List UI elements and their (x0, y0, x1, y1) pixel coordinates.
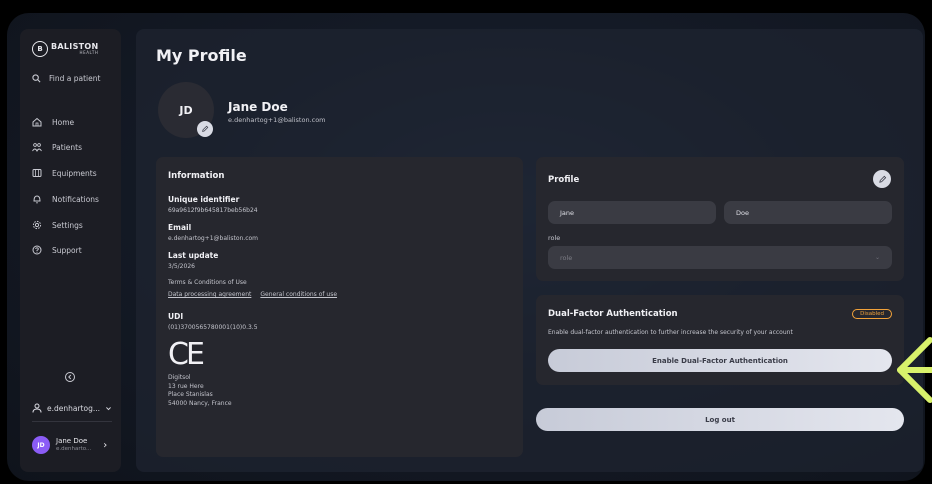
role-label: role (548, 234, 561, 242)
pencil-icon (878, 175, 886, 183)
unique-id-label: Unique identifier (168, 195, 240, 204)
profile-email: e.denhartog+1@baliston.com (228, 116, 326, 124)
avatar: JD (32, 436, 50, 454)
terms-label: Terms & Conditions of Use (168, 279, 247, 286)
address-line: 13 rue Here (168, 382, 204, 390)
page-title: My Profile (156, 46, 247, 65)
sidebar-item-support[interactable]: Support (32, 245, 82, 255)
sidebar-item-label: Home (52, 117, 75, 127)
arrow-left-icon (897, 337, 932, 403)
last-name-value: Doe (736, 208, 749, 217)
bell-icon (33, 195, 41, 204)
account-label: e.denhartog... (47, 403, 101, 413)
user-icon (32, 403, 42, 413)
last-update-label: Last update (168, 251, 219, 260)
user-menu[interactable]: JD Jane Doe e.denharto... › (32, 436, 107, 454)
ce-mark: CE (168, 337, 205, 372)
sidebar-item-equipments[interactable]: Equipments (32, 168, 97, 178)
address-line: Place Stanislas (168, 391, 213, 399)
profile-title: Profile (548, 175, 580, 185)
email-label: Email (168, 223, 192, 232)
user-name: Jane Doe (56, 437, 88, 446)
profile-name: Jane Doe (228, 100, 288, 114)
profile-card: Profile Jane Doe role role ⌄ (536, 157, 904, 281)
sidebar-item-patients[interactable]: Patients (32, 142, 82, 152)
equipments-icon (32, 169, 42, 177)
status-badge: Disabled (852, 309, 892, 319)
logout-button[interactable]: Log out (536, 408, 904, 431)
general-conditions-link[interactable]: General conditions of use (260, 291, 337, 298)
role-select[interactable]: role ⌄ (548, 246, 892, 269)
first-name-value: Jane (560, 208, 575, 217)
search-label: Find a patient (49, 74, 101, 83)
sidebar-divider (32, 421, 112, 422)
sidebar-item-notifications[interactable]: Notifications (32, 194, 99, 204)
email-value: e.denhartog+1@baliston.com (168, 235, 259, 242)
logo-mark: B (32, 41, 48, 57)
udi-label: UDI (168, 312, 184, 321)
sidebar-item-label: Notifications (52, 194, 99, 204)
edit-avatar-button[interactable] (197, 121, 213, 137)
unique-id-value: 69a9612f9b645817beb56b24 (168, 207, 258, 214)
pencil-icon (202, 125, 209, 132)
home-icon (32, 117, 42, 127)
logo-subtext: HEALTH (79, 50, 99, 55)
help-icon (32, 245, 42, 255)
sidebar: B BALISTON HEALTH Find a patient Home Pa… (20, 29, 121, 472)
two-factor-title: Dual-Factor Authentication (548, 309, 678, 319)
information-title: Information (168, 171, 225, 181)
address-line: 54000 Nancy, France (168, 400, 232, 408)
collapse-sidebar-icon[interactable] (64, 371, 76, 383)
sidebar-item-label: Support (52, 245, 82, 255)
first-name-field[interactable]: Jane (548, 201, 716, 224)
find-patient-search[interactable]: Find a patient (32, 74, 100, 83)
udi-value: (01)3700565780001(10)0.3.5 (168, 324, 258, 331)
sidebar-item-settings[interactable]: Settings (32, 220, 83, 230)
last-name-field[interactable]: Doe (724, 201, 892, 224)
chevron-down-icon (106, 406, 111, 410)
enable-two-factor-button[interactable]: Enable Dual-Factor Authentication (548, 349, 892, 372)
sidebar-item-label: Equipments (52, 168, 97, 178)
gear-icon (32, 220, 42, 230)
account-selector[interactable]: e.denhartog... (32, 403, 112, 413)
data-processing-link[interactable]: Data processing agreement (168, 291, 251, 298)
two-factor-card: Dual-Factor Authentication Disabled Enab… (536, 295, 904, 385)
patients-icon (32, 143, 42, 152)
information-card: Information Unique identifier 69a9612f9b… (156, 157, 523, 457)
manufacturer-address: Digitsol 13 rue Here Place Stanislas 540… (168, 374, 511, 409)
address-line: Digitsol (168, 374, 191, 381)
sidebar-item-label: Patients (52, 142, 83, 152)
search-icon (32, 74, 41, 83)
role-placeholder: role (560, 253, 573, 262)
chevron-down-icon: ⌄ (874, 254, 880, 261)
chevron-right-icon: › (103, 439, 108, 451)
sidebar-item-label: Settings (52, 220, 83, 230)
last-update-value: 3/5/2026 (168, 263, 195, 270)
user-email: e.denharto... (56, 445, 92, 452)
sidebar-item-home[interactable]: Home (32, 117, 74, 127)
logo[interactable]: B BALISTON HEALTH (32, 41, 98, 57)
main-content: My Profile JD Jane Doe e.denhartog+1@bal… (136, 29, 923, 472)
edit-profile-button[interactable] (873, 170, 891, 188)
two-factor-description: Enable dual-factor authentication to fur… (548, 329, 793, 336)
